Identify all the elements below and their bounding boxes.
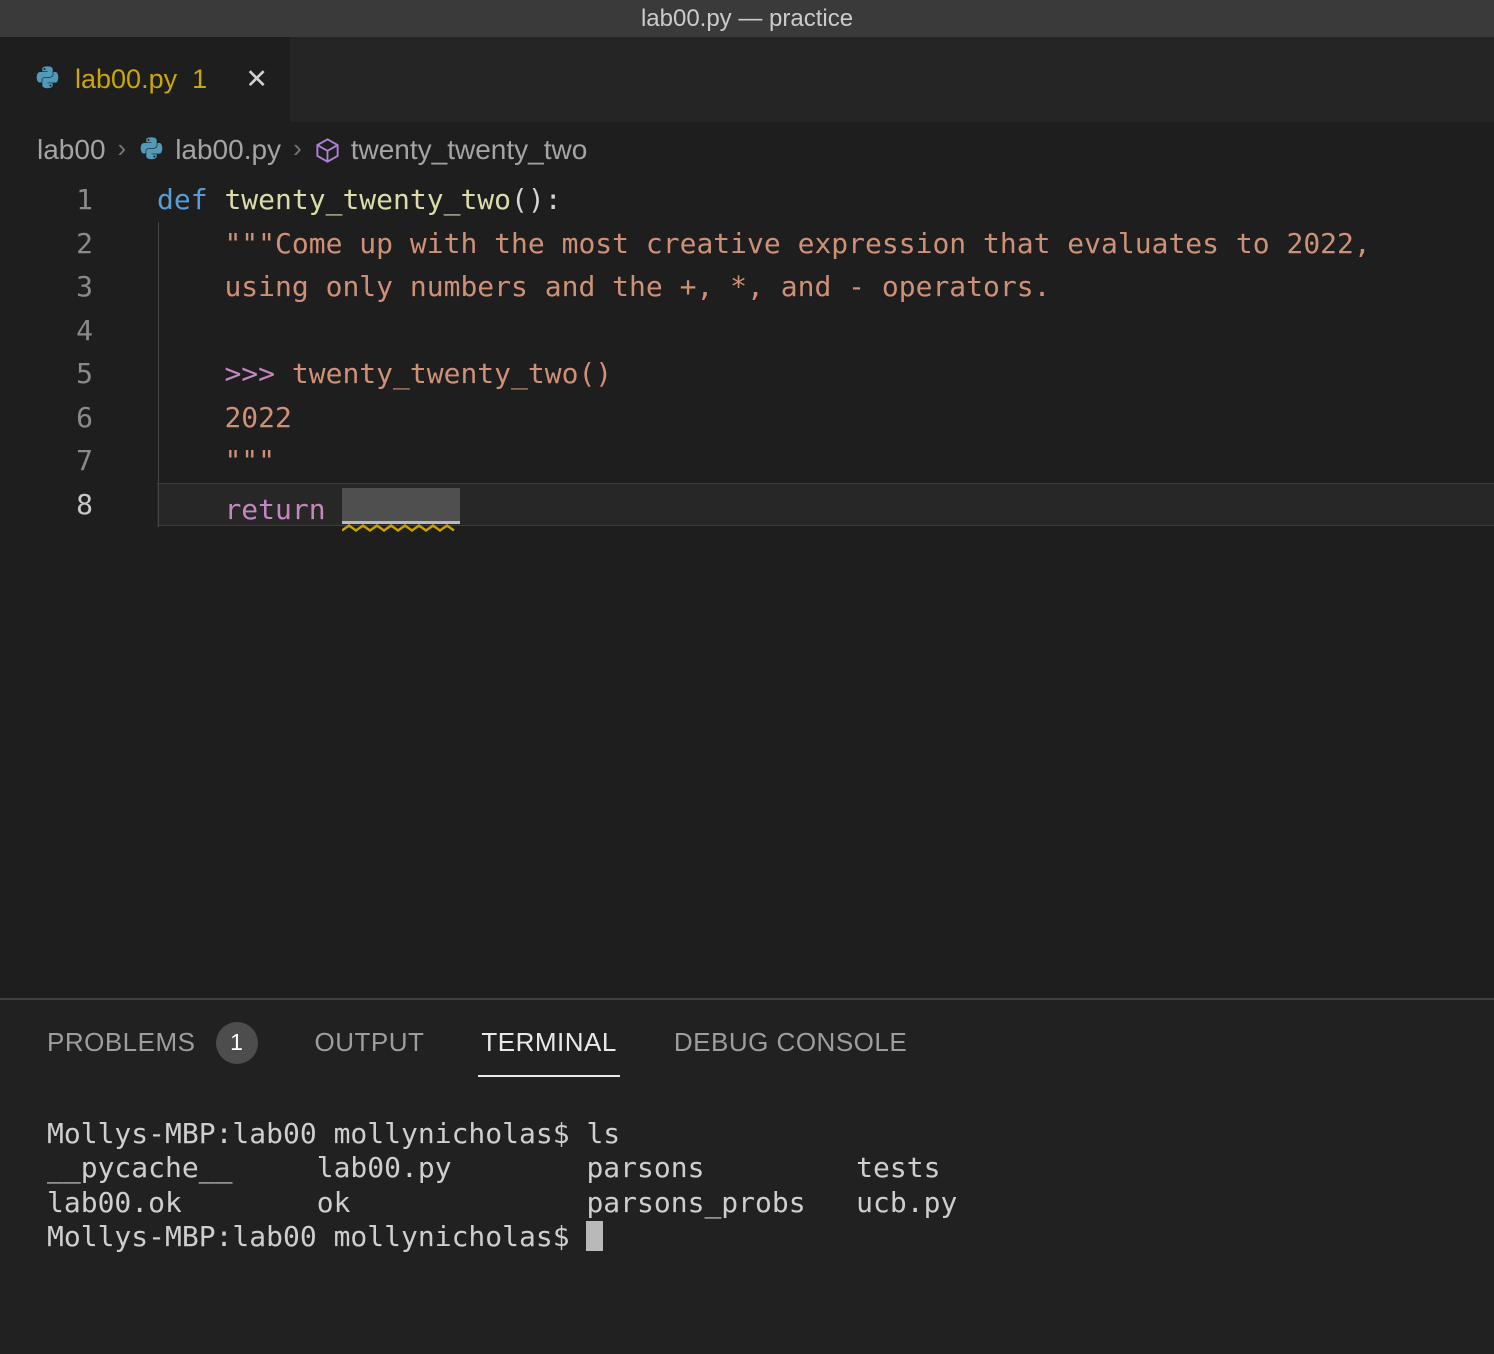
terminal-text: Mollys-MBP:lab00 mollynicholas$ [47, 1220, 586, 1253]
code-token [157, 270, 224, 303]
terminal-cursor [586, 1221, 603, 1251]
tab-lab00-py[interactable]: lab00.py 1 ✕ [0, 37, 290, 122]
editor-tab-bar[interactable]: lab00.py 1 ✕ [0, 37, 1494, 122]
panel-tab-label: DEBUG CONSOLE [674, 1027, 907, 1058]
terminal-line: __pycache__ lab00.py parsons tests [47, 1151, 1494, 1185]
code-line-text: """Come up with the most creative expres… [157, 222, 1494, 266]
panel-tab-debug-console[interactable]: DEBUG CONSOLE [674, 1000, 907, 1085]
python-icon [34, 66, 61, 93]
code-token: twenty_twenty_two() [275, 357, 612, 390]
breadcrumb-symbol-label: twenty_twenty_two [351, 134, 588, 166]
terminal-line: lab00.ok ok parsons_probs ucb.py [47, 1186, 1494, 1220]
chevron-right-icon: › [118, 133, 127, 164]
breadcrumb-folder-label: lab00 [37, 134, 106, 166]
code-token [326, 493, 343, 526]
code-token [157, 444, 224, 477]
terminal[interactable]: Mollys-MBP:lab00 mollynicholas$ ls__pyca… [0, 1085, 1494, 1254]
panel-tab-label: PROBLEMS [47, 1027, 196, 1058]
line-number[interactable]: 7 [0, 439, 157, 483]
code-line-2[interactable]: 2 """Come up with the most creative expr… [0, 222, 1494, 266]
vscode-window: lab00.py — practice lab00.py 1 ✕ lab00 › [0, 0, 1494, 1354]
terminal-text: __pycache__ lab00.py parsons tests [47, 1151, 940, 1184]
code-line-text: """ [157, 439, 1494, 483]
line-number[interactable]: 8 [0, 483, 157, 527]
code-line-text [157, 309, 1494, 353]
code-token [157, 357, 224, 390]
breadcrumb-folder[interactable]: lab00 [37, 134, 106, 166]
code-token: using only numbers and the +, *, and - o… [224, 270, 1050, 303]
code-line-8[interactable]: 8 return [0, 483, 1494, 527]
terminal-text: Mollys-MBP:lab00 mollynicholas$ ls [47, 1117, 620, 1150]
terminal-text: lab00.ok ok parsons_probs ucb.py [47, 1186, 957, 1219]
line-number[interactable]: 2 [0, 222, 157, 266]
code-line-text: 2022 [157, 396, 1494, 440]
line-number[interactable]: 1 [0, 178, 157, 222]
problems-count-badge: 1 [216, 1022, 258, 1064]
code-token: def [157, 183, 208, 216]
line-number[interactable]: 6 [0, 396, 157, 440]
selected-placeholder-box[interactable] [342, 488, 460, 524]
terminal-line: Mollys-MBP:lab00 mollynicholas$ [47, 1220, 1494, 1254]
code-token: 2022 [224, 401, 291, 434]
code-line-5[interactable]: 5 >>> twenty_twenty_two() [0, 352, 1494, 396]
code-token: >>> [224, 357, 275, 390]
line-number[interactable]: 5 [0, 352, 157, 396]
code-line-7[interactable]: 7 """ [0, 439, 1494, 483]
indent-guide [158, 222, 159, 527]
code-line-6[interactable]: 6 2022 [0, 396, 1494, 440]
code-line-4[interactable]: 4 [0, 309, 1494, 353]
bottom-panel: PROBLEMS 1 OUTPUT TERMINAL DEBUG CONSOLE Mol… [0, 998, 1494, 1354]
panel-tab-bar[interactable]: PROBLEMS 1 OUTPUT TERMINAL DEBUG CONSOLE [0, 1000, 1494, 1085]
breadcrumb-file-label: lab00.py [175, 134, 281, 166]
code-lines: 1def twenty_twenty_two():2 """Come up wi… [0, 178, 1494, 526]
code-token [157, 493, 224, 526]
panel-tab-label: TERMINAL [481, 1027, 616, 1058]
tab-label: lab00.py [75, 64, 177, 95]
terminal-line: Mollys-MBP:lab00 mollynicholas$ ls [47, 1117, 1494, 1151]
code-editor[interactable]: 1def twenty_twenty_two():2 """Come up wi… [0, 178, 1494, 998]
line-number[interactable]: 4 [0, 309, 157, 353]
code-token [208, 183, 225, 216]
panel-tab-terminal[interactable]: TERMINAL [481, 1000, 616, 1085]
tab-problem-count: 1 [192, 64, 207, 95]
panel-tab-output[interactable]: OUTPUT [315, 1000, 425, 1085]
code-line-text: def twenty_twenty_two(): [157, 178, 1494, 222]
code-token: return [224, 493, 325, 526]
line-number[interactable]: 3 [0, 265, 157, 309]
code-line-text: using only numbers and the +, *, and - o… [157, 265, 1494, 309]
code-line-1[interactable]: 1def twenty_twenty_two(): [0, 178, 1494, 222]
code-token: (): [511, 183, 562, 216]
code-line-text: >>> twenty_twenty_two() [157, 352, 1494, 396]
breadcrumb-symbol[interactable]: twenty_twenty_two [314, 134, 588, 166]
chevron-right-icon: › [293, 133, 302, 164]
panel-tab-label: OUTPUT [315, 1027, 425, 1058]
close-icon[interactable]: ✕ [245, 64, 268, 95]
code-token: twenty_twenty_two [224, 183, 511, 216]
panel-tab-problems[interactable]: PROBLEMS 1 [47, 1000, 258, 1085]
code-token [157, 401, 224, 434]
breadcrumb: lab00 › lab00.py › twenty_twenty_two [0, 122, 1494, 178]
titlebar: lab00.py — practice [0, 0, 1494, 37]
code-token [157, 227, 224, 260]
code-line-text: return [157, 483, 1494, 527]
window-title: lab00.py — practice [641, 5, 853, 33]
python-icon [138, 137, 165, 164]
symbol-namespace-cube-icon [314, 137, 341, 164]
code-token: """Come up with the most creative expres… [224, 227, 1370, 260]
code-line-3[interactable]: 3 using only numbers and the +, *, and -… [0, 265, 1494, 309]
breadcrumb-file[interactable]: lab00.py [138, 134, 281, 166]
code-token: """ [224, 444, 275, 477]
